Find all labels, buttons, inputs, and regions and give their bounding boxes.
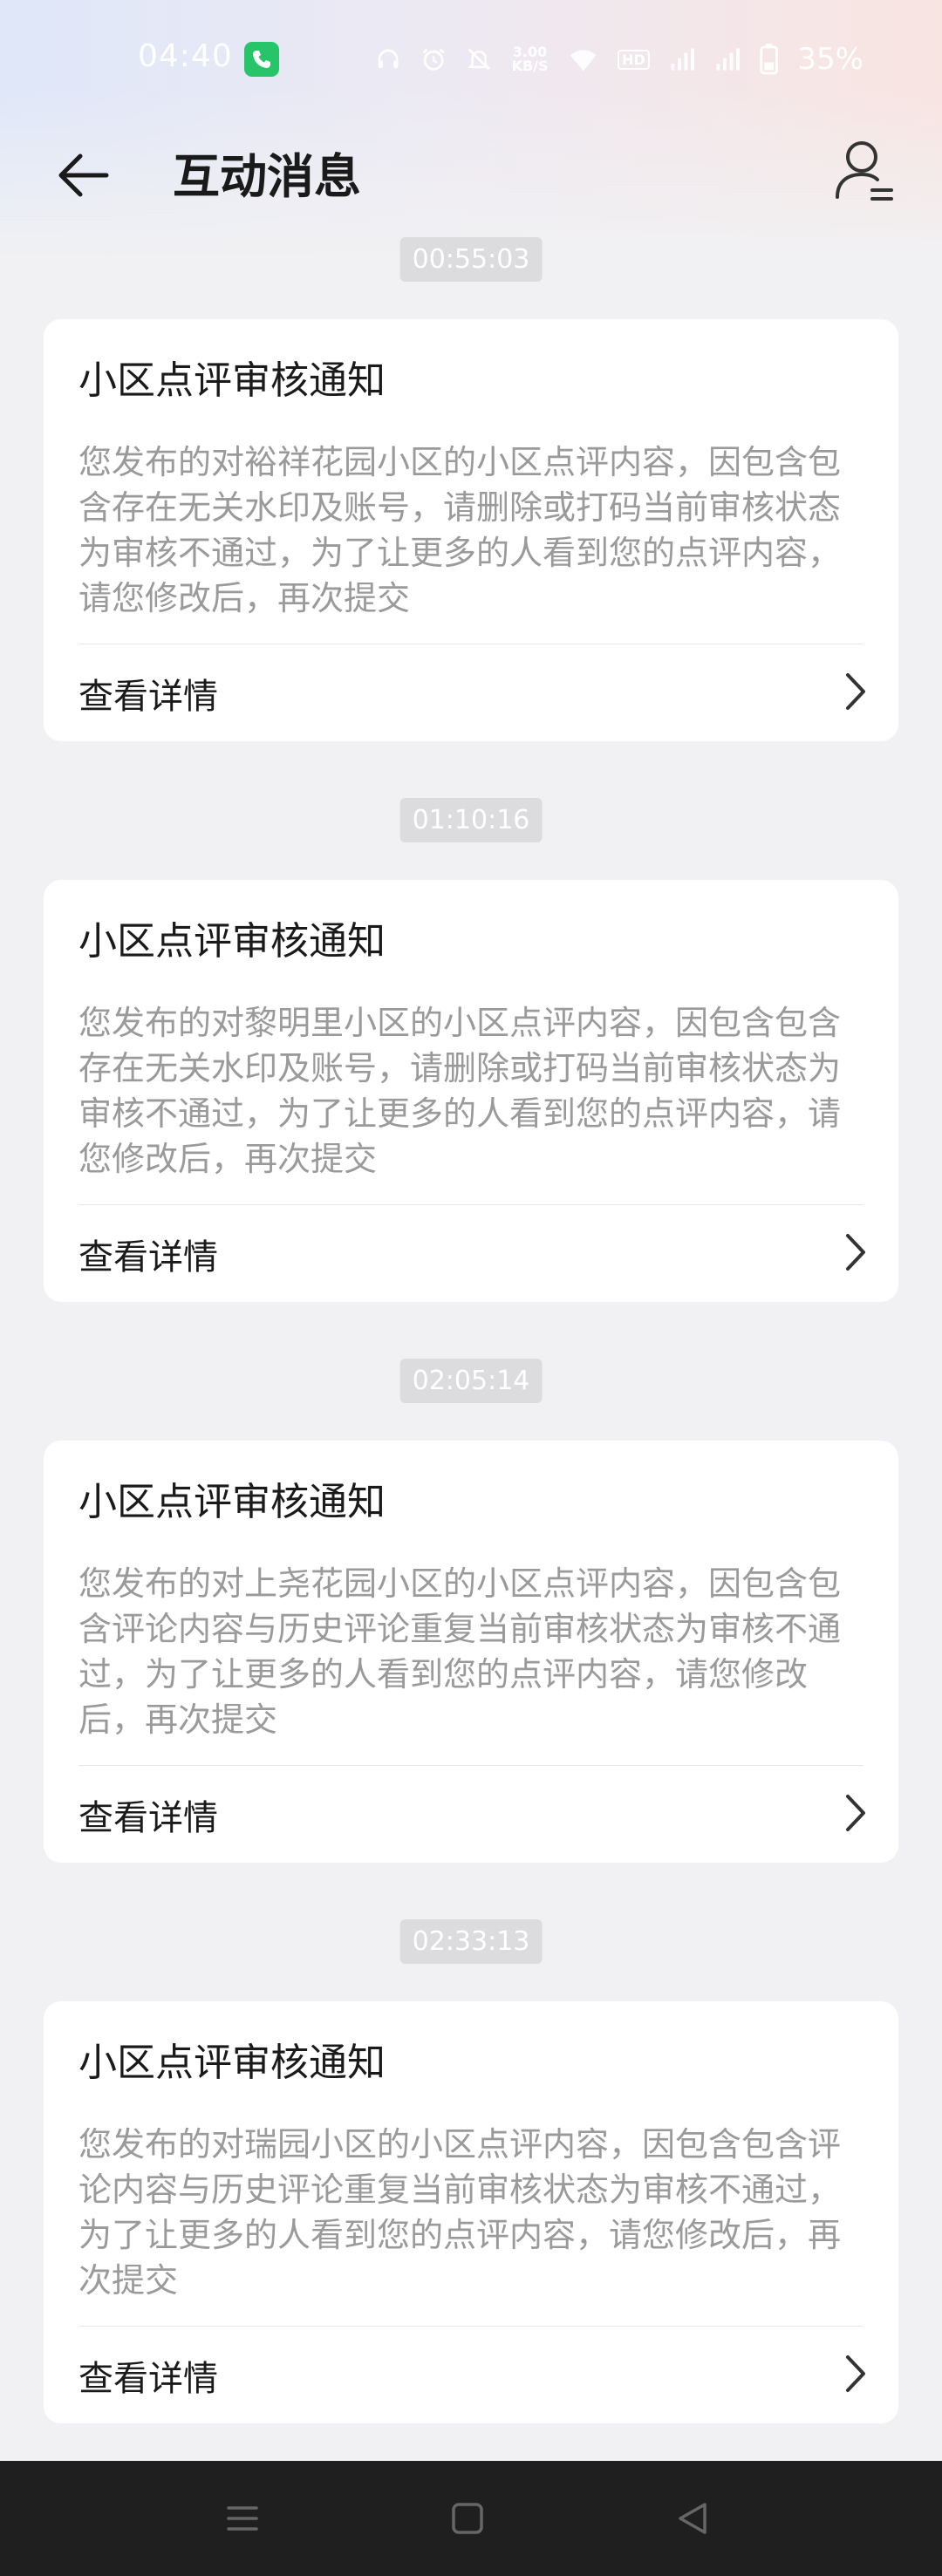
network-speed: 3.00 KB/S [512,45,549,73]
speed-unit: KB/S [511,58,549,74]
signal-icon [671,48,694,71]
signal-icon [716,48,740,71]
arrow-left-icon [58,153,109,197]
message-title: 小区点评审核通知 [78,358,386,403]
status-time: 04:40 [138,38,233,74]
status-bar: 04:40 3.00 KB/S HD 35% [0,0,942,122]
chevron-right-icon [846,673,865,710]
message-card[interactable]: 小区点评审核通知 您发布的对瑞园小区的小区点评内容，因包含包含评论内容与历史评论… [44,2001,898,2423]
home-icon [452,2503,483,2534]
wifi-icon [570,50,597,72]
message-title: 小区点评审核通知 [78,919,386,964]
menu-icon [227,2506,258,2531]
chevron-right-icon [846,1795,865,1831]
app-header: 互动消息 [0,122,942,235]
message-body: 您发布的对裕祥花园小区的小区点评内容，因包含包含存在无关水印及账号，请删除或打码… [78,443,842,617]
message-timestamp: 02:05:14 [399,1359,543,1403]
view-details-link[interactable]: 查看详情 [78,644,872,741]
home-button[interactable] [441,2492,494,2545]
view-details-label: 查看详情 [78,1798,218,1838]
hd-voice-icon: HD [618,49,650,70]
view-details-link[interactable]: 查看详情 [78,1765,872,1863]
view-details-label: 查看详情 [78,1237,218,1278]
mute-icon [468,48,491,71]
message-card[interactable]: 小区点评审核通知 您发布的对黎明里小区的小区点评内容，因包含包含存在无关水印及账… [44,880,898,1302]
message-title: 小区点评审核通知 [78,2041,386,2085]
user-list-icon [836,141,893,201]
message-body: 您发布的对瑞园小区的小区点评内容，因包含包含评论内容与历史评论重复当前审核状态为… [78,2125,842,2300]
system-nav-bar [0,2461,942,2576]
message-body: 您发布的对黎明里小区的小区点评内容，因包含包含存在无关水印及账号，请删除或打码当… [78,1004,842,1178]
view-details-label: 查看详情 [78,2359,218,2399]
message-timestamp: 00:55:03 [399,237,543,282]
recent-apps-button[interactable] [216,2492,269,2545]
call-icon [244,42,279,77]
page-title: 互动消息 [173,149,361,204]
headphones-icon [378,49,399,69]
view-details-link[interactable]: 查看详情 [78,1204,872,1302]
view-details-label: 查看详情 [78,677,218,717]
status-icons: 3.00 KB/S HD 35% [375,38,864,80]
message-title: 小区点评审核通知 [78,1480,386,1524]
message-body: 您发布的对上尧花园小区的小区点评内容，因包含包含评论内容与历史评论重复当前审核状… [78,1564,842,1739]
back-button[interactable] [52,144,115,207]
nav-back-button[interactable] [666,2492,719,2545]
chevron-right-icon [846,1234,865,1271]
battery-percent: 35% [797,42,864,77]
battery-icon [760,44,779,75]
message-card[interactable]: 小区点评审核通知 您发布的对上尧花园小区的小区点评内容，因包含包含评论内容与历史… [44,1441,898,1863]
message-timestamp: 01:10:16 [399,798,543,842]
message-timestamp: 02:33:13 [399,1919,543,1964]
message-card[interactable]: 小区点评审核通知 您发布的对裕祥花园小区的小区点评内容，因包含包含存在无关水印及… [44,319,898,741]
view-details-link[interactable]: 查看详情 [78,2326,872,2423]
profile-button[interactable] [829,133,898,211]
alarm-icon [422,48,445,71]
chevron-right-icon [846,2355,865,2392]
back-triangle-icon [679,2503,706,2534]
